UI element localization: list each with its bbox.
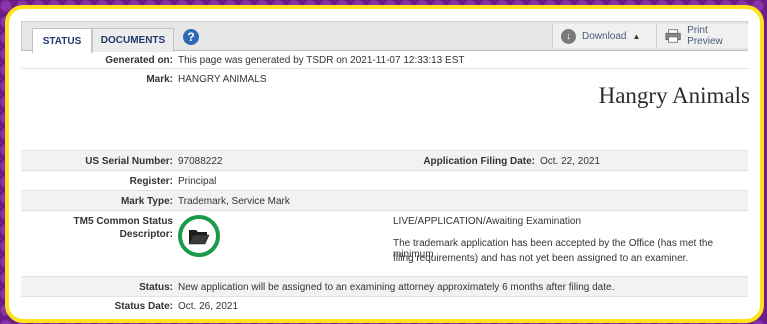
- mark-display-text: Hangry Animals: [598, 83, 750, 108]
- help-icon[interactable]: ?: [183, 29, 199, 45]
- mark-value: HANGRY ANIMALS: [178, 74, 267, 85]
- generated-on-row: Generated on: This page was generated by…: [21, 51, 748, 69]
- register-label: Register:: [129, 176, 173, 187]
- tm5-label-line2: Descriptor:: [119, 229, 173, 240]
- tab-documents[interactable]: DOCUMENTS: [92, 28, 174, 52]
- print-preview-button[interactable]: Print Preview: [656, 24, 748, 48]
- serial-value: 97088222: [178, 156, 223, 167]
- tm5-status-code: LIVE/APPLICATION/Awaiting Examination: [393, 216, 582, 227]
- status-date-label: Status Date:: [114, 301, 173, 312]
- register-row: Register: Principal: [21, 171, 748, 191]
- status-date-value: Oct. 26, 2021: [178, 301, 239, 312]
- filing-date-value: Oct. 22, 2021: [540, 156, 601, 167]
- generated-on-label: Generated on:: [105, 55, 173, 66]
- mark-label: Mark:: [146, 74, 173, 85]
- status-date-row: Status Date: Oct. 26, 2021: [21, 297, 748, 315]
- toolbar: STATUS DOCUMENTS ? ↓ Download ▲ Print Pr…: [21, 21, 748, 53]
- download-button[interactable]: ↓ Download ▲: [552, 24, 656, 48]
- tm5-description-line2: filing requirements) and has not yet bee…: [393, 253, 689, 264]
- serial-row: US Serial Number: 97088222 Application F…: [21, 151, 748, 171]
- mark-row: Mark: HANGRY ANIMALS Hangry Animals: [21, 69, 750, 151]
- download-arrow-icon: ↓: [561, 28, 576, 44]
- mark-type-row: Mark Type: Trademark, Service Mark: [21, 191, 748, 211]
- mark-type-label: Mark Type:: [120, 196, 173, 207]
- download-label: Download: [582, 30, 627, 42]
- open-folder-icon: [178, 215, 220, 257]
- filing-date-label: Application Filing Date:: [423, 156, 535, 167]
- tab-status[interactable]: STATUS: [32, 28, 92, 53]
- printer-icon: [665, 29, 681, 43]
- status-row: Status: New application will be assigned…: [21, 277, 748, 297]
- tm5-label-line1: TM5 Common Status: [73, 216, 173, 227]
- generated-on-value: This page was generated by TSDR on 2021-…: [178, 55, 465, 66]
- tm5-status-row: TM5 Common Status Descriptor: LIVE/APPLI…: [21, 211, 748, 277]
- status-value: New application will be assigned to an e…: [178, 282, 615, 293]
- chevron-up-icon: ▲: [632, 31, 641, 41]
- tab-documents-label: DOCUMENTS: [100, 35, 166, 46]
- register-value: Principal: [178, 176, 217, 187]
- status-label: Status:: [139, 282, 173, 293]
- tab-status-label: STATUS: [42, 35, 82, 47]
- serial-label: US Serial Number:: [85, 156, 173, 167]
- print-preview-label: Print Preview: [687, 25, 723, 47]
- mark-type-value: Trademark, Service Mark: [178, 196, 290, 207]
- page-frame: STATUS DOCUMENTS ? ↓ Download ▲ Print Pr…: [5, 5, 764, 323]
